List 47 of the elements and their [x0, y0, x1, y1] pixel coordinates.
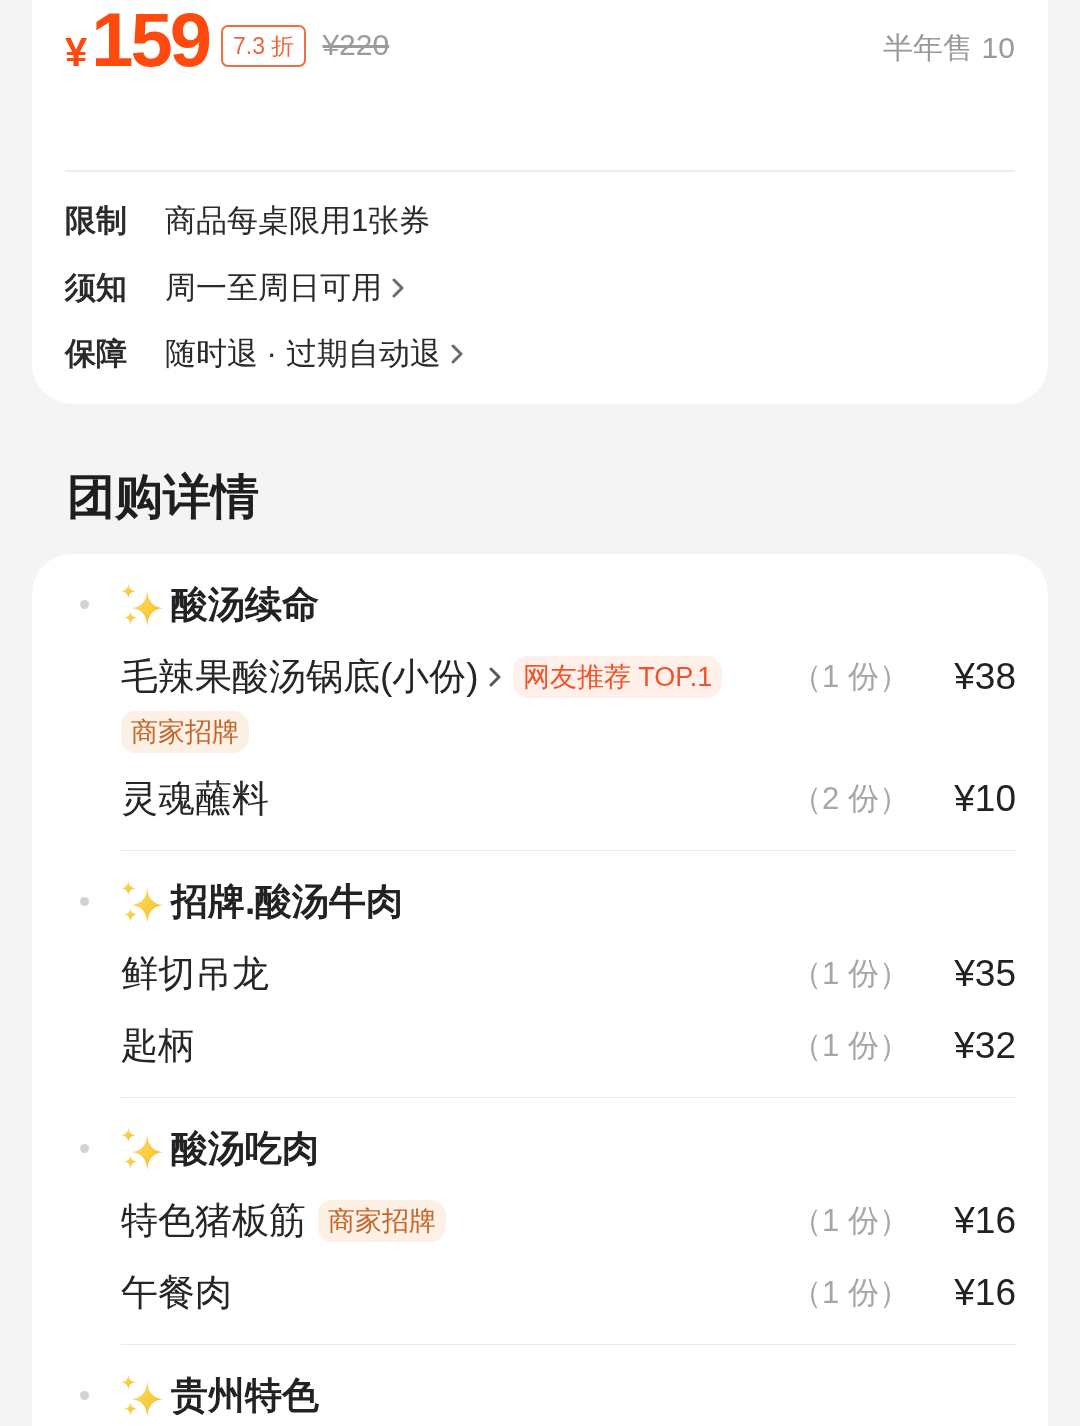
signature-tag: 商家招牌 [121, 710, 249, 753]
sparkle-icon [121, 880, 163, 923]
bullet-icon [80, 897, 89, 906]
item-price: ¥10 [953, 776, 1016, 821]
group-title: 酸汤吃肉 [171, 1127, 319, 1170]
quantity: （2 份） [791, 779, 901, 818]
bullet-icon [80, 1391, 89, 1400]
section-heading: 团购详情 [67, 468, 259, 525]
info-link[interactable]: 随时退 · 过期自动退 [165, 332, 463, 377]
dish-name: 灵魂蘸料 [121, 776, 269, 821]
info-label: 限制 [65, 202, 128, 241]
info-label: 保障 [65, 335, 128, 374]
sparkle-icon [121, 1374, 163, 1417]
original-price: ¥220 [322, 27, 390, 63]
discount-tag: 7.3 折 [221, 25, 307, 67]
ranking-tag: 网友推荐 TOP.1 [512, 655, 723, 698]
item-price: ¥35 [953, 951, 1016, 996]
info-text: 商品每桌限用1张券 [165, 202, 431, 241]
group-title: 贵州特色 [171, 1374, 319, 1417]
signature-tag: 商家招牌 [318, 1199, 446, 1242]
chevron-right-icon [392, 277, 404, 298]
bullet-icon [80, 1144, 89, 1153]
dish-name: 午餐肉 [121, 1270, 232, 1315]
quantity: （1 份） [791, 1201, 901, 1240]
quantity: （1 份） [791, 1273, 901, 1312]
quantity: （1 份） [791, 1026, 901, 1065]
sparkle-icon [121, 1127, 163, 1170]
bullet-icon [80, 600, 89, 609]
group-title: 招牌.酸汤牛肉 [171, 880, 404, 923]
item-price: ¥16 [953, 1270, 1016, 1315]
dish-name: 特色猪板筋 [121, 1198, 306, 1243]
dish-link[interactable]: 毛辣果酸汤锅底(小份) [121, 650, 501, 703]
item-price: ¥32 [953, 1023, 1016, 1068]
item-price: ¥16 [953, 1198, 1016, 1243]
quantity: （1 份） [791, 657, 901, 696]
sales-count: 半年售 10 [883, 30, 1015, 66]
info-label: 须知 [65, 268, 128, 307]
dish-name: 鲜切吊龙 [121, 951, 269, 996]
chevron-right-icon [488, 666, 501, 687]
dish-name: 匙柄 [121, 1023, 195, 1068]
group-title: 酸汤续命 [171, 583, 319, 626]
sparkle-icon [121, 583, 163, 626]
quantity: （1 份） [791, 954, 901, 993]
chevron-right-icon [450, 344, 463, 365]
item-price: ¥38 [953, 654, 1016, 699]
info-link[interactable]: 周一至周日可用 [165, 265, 404, 310]
sale-price: ¥159 [65, 0, 210, 80]
